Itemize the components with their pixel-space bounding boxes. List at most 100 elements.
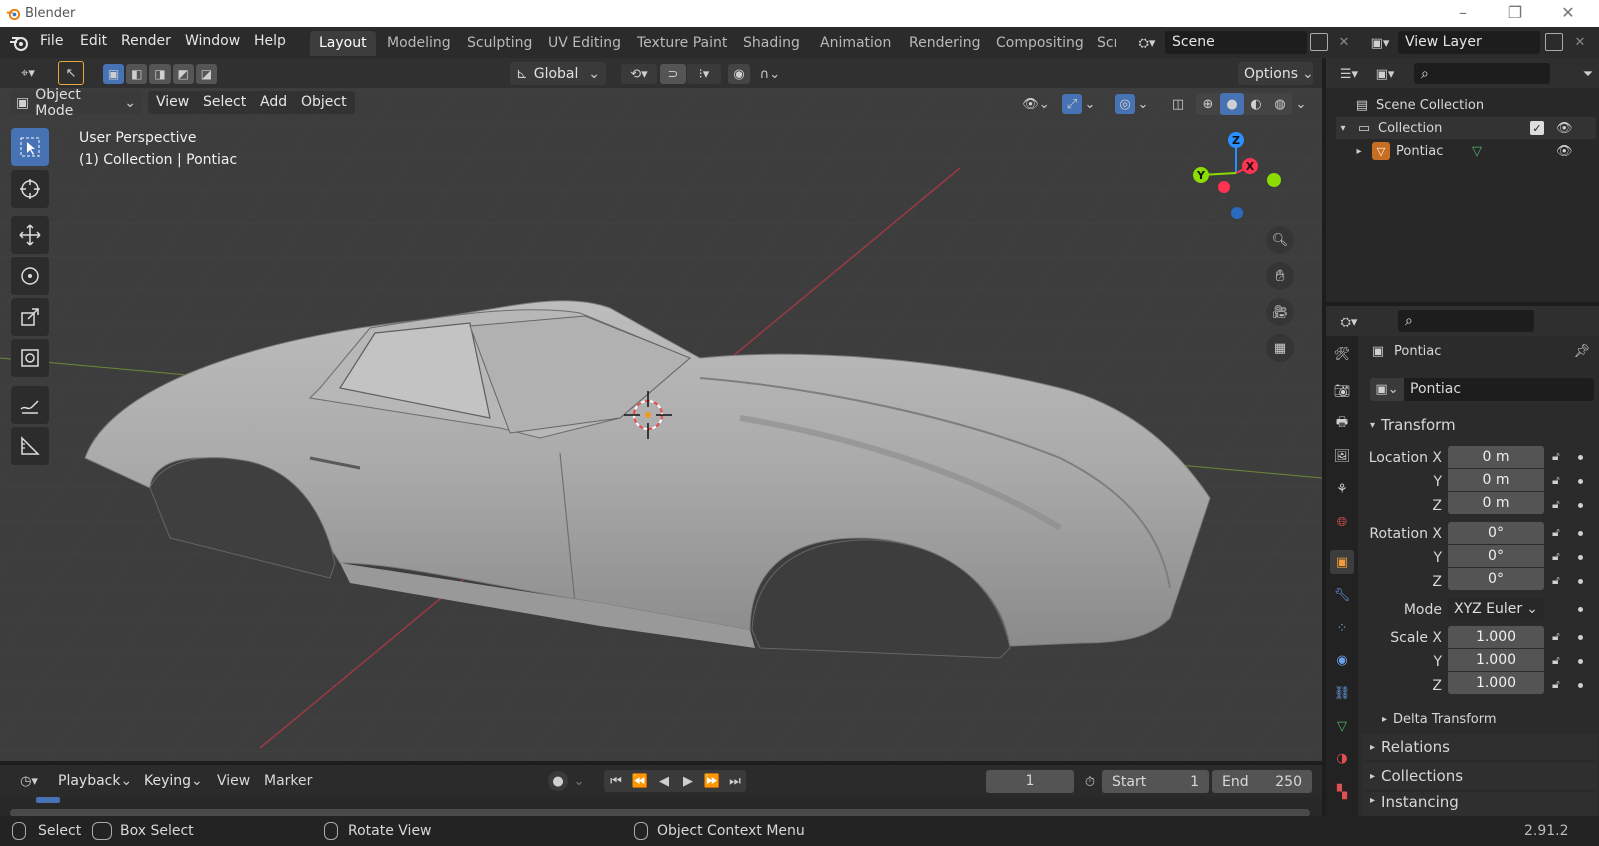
delta-transform-subpanel[interactable]: ▸ Delta Transform — [1382, 708, 1497, 730]
lock-location-y-icon[interactable]: 🔓︎ — [1552, 473, 1560, 488]
select-extend-icon[interactable]: ◧ — [126, 64, 148, 84]
wireframe-shading-icon[interactable]: ⊕ — [1196, 93, 1220, 115]
tab-animation[interactable]: Animation — [811, 31, 900, 56]
chevron-down-icon[interactable]: ⌄ — [1083, 94, 1097, 114]
rotation-mode-dropdown[interactable]: XYZ Euler ⌄ — [1448, 598, 1544, 620]
camera-view-icon[interactable]: 🎥︎ — [1266, 298, 1294, 326]
cursor-tool-button[interactable] — [11, 170, 49, 208]
scene-name-field[interactable]: Scene — [1165, 31, 1307, 54]
tool-settings-tab-icon[interactable]: 🛠︎ — [1332, 344, 1352, 364]
viewport-menu-object[interactable]: Object — [293, 91, 355, 114]
keyframe-dot-icon[interactable] — [1578, 455, 1583, 460]
end-frame-field[interactable]: End 250 — [1212, 770, 1312, 793]
delete-scene-icon[interactable]: ✕ — [1335, 33, 1353, 51]
solid-shading-icon[interactable]: ● — [1220, 93, 1244, 115]
select-invert-icon[interactable]: ◩ — [172, 64, 194, 84]
keyframe-dot-icon[interactable] — [1578, 479, 1583, 484]
menu-edit[interactable]: Edit — [80, 33, 107, 49]
keyframe-dot-icon[interactable] — [1578, 503, 1583, 508]
view-layer-tab-icon[interactable]: 🖼︎ — [1332, 446, 1352, 466]
display-mode-icon[interactable]: ▣▾ — [1368, 64, 1402, 84]
tab-sculpting[interactable]: Sculpting — [458, 31, 541, 56]
jump-keyframe-forward-icon[interactable]: ⏩ — [700, 774, 724, 789]
new-scene-icon[interactable] — [1310, 33, 1328, 51]
3d-viewport[interactable]: User Perspective (1) Collection | Pontia… — [0, 58, 1322, 761]
relations-panel[interactable]: ▸ Relations — [1362, 734, 1598, 760]
tab-compositing[interactable]: Compositing — [987, 31, 1093, 56]
jump-start-icon[interactable]: ⏮ — [604, 774, 628, 789]
playhead-marker[interactable] — [36, 797, 60, 803]
scale-tool-button[interactable] — [11, 298, 49, 336]
scale-x-field[interactable]: 1.000 — [1448, 626, 1544, 648]
play-reverse-icon[interactable]: ◀ — [652, 774, 676, 789]
select-tool-button[interactable] — [11, 128, 49, 166]
maximize-icon[interactable]: ❐ — [1492, 3, 1538, 23]
select-subtract-icon[interactable]: ◨ — [149, 64, 171, 84]
start-frame-field[interactable]: Start 1 — [1102, 770, 1209, 793]
blender-menu-icon[interactable] — [9, 34, 29, 52]
editor-type-icon[interactable]: ⌖▾ — [10, 63, 46, 83]
view-layer-browse-icon[interactable]: ▣▾ — [1365, 34, 1395, 52]
collections-panel[interactable]: ▸ Collections — [1362, 763, 1598, 789]
scale-y-field[interactable]: 1.000 — [1448, 649, 1544, 671]
gizmo-neg-z-axis[interactable] — [1231, 207, 1243, 219]
lock-scale-x-icon[interactable]: 🔓︎ — [1552, 629, 1560, 644]
expand-arrow-icon[interactable]: ▾ — [1336, 123, 1350, 134]
keyframe-dot-icon[interactable] — [1578, 683, 1583, 688]
lock-scale-y-icon[interactable]: 🔓︎ — [1552, 653, 1560, 668]
modifiers-tab-icon[interactable]: 🔧︎ — [1332, 585, 1352, 605]
rotate-tool-button[interactable] — [11, 257, 49, 295]
current-frame-field[interactable]: 1 — [986, 770, 1074, 793]
minimize-icon[interactable]: – — [1440, 3, 1486, 23]
transform-orientation-dropdown[interactable]: ⊾ Global ⌄ — [510, 62, 606, 85]
render-tab-icon[interactable]: 📷︎ — [1332, 381, 1352, 401]
active-tool-icon[interactable]: ↖ — [58, 61, 84, 85]
rendered-shading-icon[interactable]: ◍ — [1268, 93, 1292, 115]
pivot-point-icon[interactable]: ⟲▾ — [621, 64, 657, 84]
timeline-menu-marker[interactable]: Marker — [264, 773, 312, 789]
snap-target-icon[interactable]: ⁝▾ — [687, 64, 721, 84]
visibility-eye-icon[interactable]: 👁︎ — [1556, 144, 1573, 159]
outliner-row-collection[interactable]: ▾ ▭ Collection ✓ 👁︎ — [1336, 117, 1596, 139]
properties-search-input[interactable]: ⌕ — [1398, 310, 1534, 332]
keyframe-dot-icon[interactable] — [1578, 531, 1583, 536]
particles-tab-icon[interactable]: ⁘ — [1332, 618, 1352, 638]
keyframe-dot-icon[interactable] — [1578, 555, 1583, 560]
location-x-field[interactable]: 0 m — [1448, 446, 1544, 468]
timeline-editor-type-icon[interactable]: ◷▾ — [12, 770, 46, 792]
material-shading-icon[interactable]: ◐ — [1244, 93, 1268, 115]
stopwatch-icon[interactable]: ⏱ — [1080, 772, 1100, 792]
output-tab-icon[interactable]: 🖶 — [1332, 414, 1352, 434]
transform-tool-button[interactable] — [11, 339, 49, 377]
jump-keyframe-back-icon[interactable]: ⏪ — [628, 774, 652, 789]
mesh-data-icon[interactable]: ▽ — [1472, 144, 1482, 159]
material-tab-icon[interactable]: ◑ — [1332, 748, 1352, 768]
chevron-down-icon[interactable]: ⌄ — [1136, 94, 1150, 114]
physics-tab-icon[interactable]: ◉ — [1332, 650, 1352, 670]
keyframe-dot-icon[interactable] — [1578, 579, 1583, 584]
pin-icon[interactable]: 📌︎ — [1573, 344, 1590, 359]
object-name-field[interactable]: Pontiac — [1404, 378, 1594, 401]
keyframe-dot-icon[interactable] — [1578, 659, 1583, 664]
object-browse-icon[interactable]: ▣⌄ — [1370, 378, 1404, 401]
scene-browse-icon[interactable]: ⛭▾ — [1133, 34, 1161, 52]
select-intersect-icon[interactable]: ◪ — [195, 64, 218, 84]
annotate-tool-button[interactable] — [11, 386, 49, 424]
gizmo-toggle-icon[interactable]: ⤢ — [1062, 94, 1082, 114]
mode-dropdown[interactable]: ▣ Object Mode ⌄ — [10, 87, 142, 119]
delete-view-layer-icon[interactable]: ✕ — [1571, 33, 1589, 51]
menu-file[interactable]: File — [40, 33, 63, 49]
outliner-row-pontiac[interactable]: ▸ ▽ Pontiac ▽ 👁︎ — [1352, 140, 1596, 162]
rotation-x-field[interactable]: 0° — [1448, 522, 1544, 544]
tab-scripting[interactable]: Scr — [1088, 31, 1116, 56]
rotation-y-field[interactable]: 0° — [1448, 545, 1544, 567]
view-layer-field[interactable]: View Layer — [1398, 31, 1540, 54]
rotation-z-field[interactable]: 0° — [1448, 568, 1544, 590]
xray-toggle-icon[interactable]: ◫ — [1168, 94, 1188, 114]
visibility-eye-icon[interactable]: 👁︎ — [1556, 121, 1573, 136]
menu-render[interactable]: Render — [121, 33, 171, 49]
scale-z-field[interactable]: 1.000 — [1448, 672, 1544, 694]
navigation-gizmo[interactable]: Z X Y — [1186, 128, 1286, 228]
object-data-tab-icon[interactable]: ▽ — [1332, 716, 1352, 736]
lock-rotation-y-icon[interactable]: 🔓︎ — [1552, 549, 1560, 564]
